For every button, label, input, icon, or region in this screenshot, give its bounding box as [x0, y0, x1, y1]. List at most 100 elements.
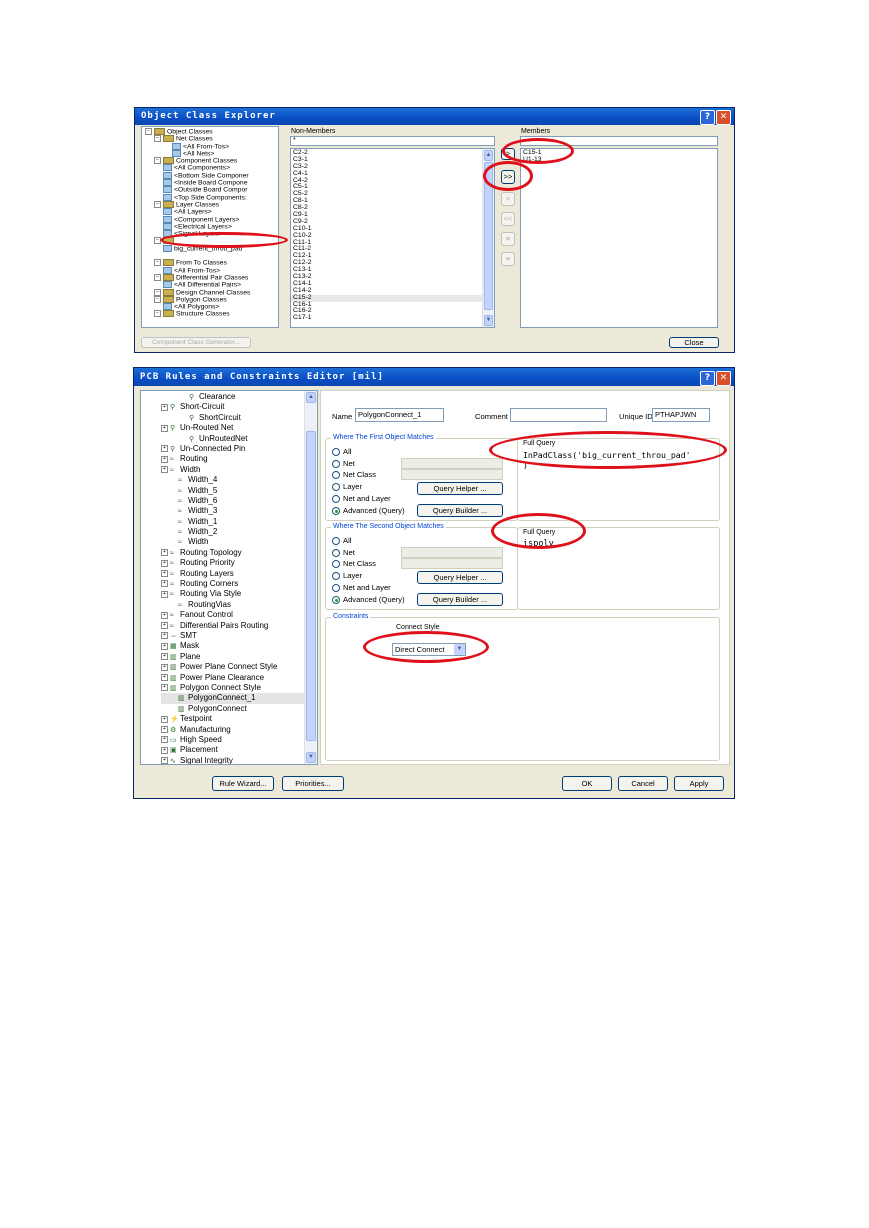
non-member-item[interactable]: C11-1: [291, 239, 494, 247]
collapse-icon[interactable]: −: [154, 200, 161, 208]
non-member-item[interactable]: C8-2: [291, 204, 494, 212]
tree-item[interactable]: <All Differential Pairs>: [145, 281, 278, 289]
tree-item[interactable]: <Electrical Layers>: [145, 222, 278, 230]
rule-tree-item[interactable]: + ⚡Testpoint: [161, 714, 317, 724]
collapse-icon[interactable]: −: [154, 273, 161, 281]
rule-tree-item[interactable]: + ⚲ Short-Circuit: [161, 402, 317, 412]
rules-tree[interactable]: +⚲Clearance+⚲Short-Circuit+⚲ShortCircuit…: [140, 390, 318, 765]
expand-icon[interactable]: +: [161, 632, 168, 640]
collapse-icon[interactable]: −: [154, 259, 161, 267]
rule-wizard-button[interactable]: Rule Wizard...: [212, 776, 274, 791]
option-button-1[interactable]: ≡: [501, 232, 515, 246]
rule-tree-item[interactable]: +≈Width_1: [161, 517, 317, 527]
rule-tree-item[interactable]: + ⇔ SMT: [161, 631, 317, 641]
non-member-item[interactable]: C13-2: [291, 273, 494, 281]
non-member-item[interactable]: C4-2: [291, 177, 494, 185]
rule-tree-item[interactable]: + ⚲ Un-Connected Pin: [161, 444, 317, 454]
help-button[interactable]: ?: [700, 371, 715, 386]
non-member-item[interactable]: C17-1: [291, 314, 494, 322]
rule-tree-item[interactable]: +⚲ShortCircuit: [161, 413, 317, 423]
non-member-item[interactable]: C10-2: [291, 232, 494, 240]
net-class-select[interactable]: [401, 558, 503, 570]
rule-tree-item[interactable]: +≈Width_2: [161, 527, 317, 537]
expand-icon[interactable]: +: [161, 611, 168, 619]
collapse-icon[interactable]: −: [154, 295, 161, 303]
non-member-item[interactable]: C15-2: [291, 294, 494, 302]
rule-tree-item[interactable]: + ▭ High Speed: [161, 735, 317, 745]
radio-option[interactable]: [332, 459, 340, 468]
unique-id-input[interactable]: PTHAPJWN: [652, 408, 710, 422]
comment-input[interactable]: [510, 408, 607, 422]
expand-icon[interactable]: +: [161, 466, 168, 474]
apply-button[interactable]: Apply: [674, 776, 724, 791]
object-class-tree[interactable]: − Object Classes − Net Classes <All From-Tos…: [141, 126, 279, 328]
ok-button[interactable]: OK: [562, 776, 612, 791]
radio-option[interactable]: [332, 583, 340, 592]
tree-item[interactable]: − Structure Classes: [145, 310, 278, 318]
non-member-item[interactable]: C12-1: [291, 252, 494, 260]
expand-icon[interactable]: +: [161, 673, 168, 681]
radio-option[interactable]: [332, 537, 340, 545]
rule-tree-item[interactable]: + ⚙ Manufacturing: [161, 725, 317, 735]
rule-tree-item[interactable]: + ▥ Power Plane Connect Style: [161, 662, 317, 672]
non-member-item[interactable]: C5-1: [291, 184, 494, 191]
rule-tree-item[interactable]: +≈Width_4: [161, 475, 317, 485]
collapse-icon[interactable]: −: [154, 310, 161, 318]
members-list[interactable]: C15-1 U1-13: [520, 148, 718, 328]
rule-tree-item[interactable]: + ▦ Mask: [161, 641, 317, 651]
non-members-list[interactable]: C2-2 C3-1 C3-2 C4-1 C4-2 C5-1 C5-2 C8-1 C8-2 C9-1…: [290, 148, 495, 328]
collapse-icon[interactable]: −: [145, 128, 152, 135]
net-class-select[interactable]: [401, 469, 503, 481]
tree-item[interactable]: − Object Classes: [145, 128, 278, 135]
non-member-item[interactable]: C4-1: [291, 170, 494, 178]
expand-icon[interactable]: +: [161, 580, 168, 588]
rule-tree-item[interactable]: + ≈ Differential Pairs Routing: [161, 621, 317, 631]
rule-tree-item[interactable]: + ≈ Routing Topology: [161, 548, 317, 558]
tree-item[interactable]: <All Nets>: [145, 149, 278, 157]
rule-tree-item[interactable]: + ≈ Routing: [161, 454, 317, 464]
query-helper-button[interactable]: Query Helper ...: [417, 571, 503, 585]
rule-tree-item[interactable]: + ⚲ Un-Routed Net: [161, 423, 317, 433]
non-member-item[interactable]: C16-1: [291, 301, 494, 309]
non-member-item[interactable]: C14-2: [291, 287, 494, 295]
close-window-button[interactable]: ✕: [716, 371, 731, 386]
rule-tree-item[interactable]: + ≈ Fanout Control: [161, 610, 317, 620]
rule-tree-item[interactable]: + ▥ Plane: [161, 652, 317, 662]
scroll-thumb[interactable]: [306, 431, 316, 741]
rule-tree-item[interactable]: +⚲Clearance: [161, 392, 317, 402]
tree-item[interactable]: <All From-Tos>: [145, 266, 278, 274]
query-builder-button[interactable]: Query Builder ...: [417, 503, 503, 517]
close-window-button[interactable]: ✕: [716, 110, 731, 125]
expand-icon[interactable]: +: [161, 757, 168, 764]
scroll-down-arrow[interactable]: ▼: [484, 315, 493, 326]
tree-item[interactable]: <All Layers>: [145, 208, 278, 216]
expand-icon[interactable]: +: [161, 715, 168, 723]
net-select[interactable]: [401, 457, 503, 469]
tree-item[interactable]: − From To Classes: [145, 259, 278, 267]
non-member-item[interactable]: C10-1: [291, 225, 494, 233]
move-all-to-nonmembers-button[interactable]: <<: [501, 212, 515, 226]
tree-item[interactable]: <All Components>: [145, 164, 278, 172]
collapse-icon[interactable]: −: [154, 288, 161, 296]
collapse-icon[interactable]: −: [154, 135, 161, 143]
expand-icon[interactable]: +: [161, 590, 168, 598]
non-member-item[interactable]: C9-1: [291, 211, 494, 219]
tree-item[interactable]: − Component Classes: [145, 157, 278, 164]
collapse-icon[interactable]: −: [154, 157, 161, 165]
non-member-item[interactable]: C12-2: [291, 259, 494, 267]
tree-item[interactable]: <Outside Board Compor: [145, 186, 278, 194]
rule-tree-item[interactable]: +▥PolygonConnect_1: [161, 693, 317, 704]
rule-tree-item[interactable]: + ▥ Power Plane Clearance: [161, 673, 317, 683]
rule-tree-item[interactable]: +≈Width: [161, 537, 317, 547]
tree-item[interactable]: <All Polygons>: [145, 303, 278, 310]
option-button-2[interactable]: ≡: [501, 252, 515, 266]
tree-item[interactable]: <All From-Tos>: [145, 142, 278, 150]
expand-icon[interactable]: +: [161, 455, 168, 463]
tree-item[interactable]: − Net Classes: [145, 135, 278, 143]
expand-icon[interactable]: +: [161, 736, 168, 744]
expand-icon[interactable]: +: [161, 621, 168, 629]
scroll-down-arrow[interactable]: ▼: [306, 752, 316, 763]
component-class-generator-button[interactable]: Component Class Generator...: [141, 337, 251, 348]
rule-tree-item[interactable]: + ∿ Signal Integrity: [161, 756, 317, 764]
scroll-up-arrow[interactable]: ▲: [306, 392, 316, 403]
